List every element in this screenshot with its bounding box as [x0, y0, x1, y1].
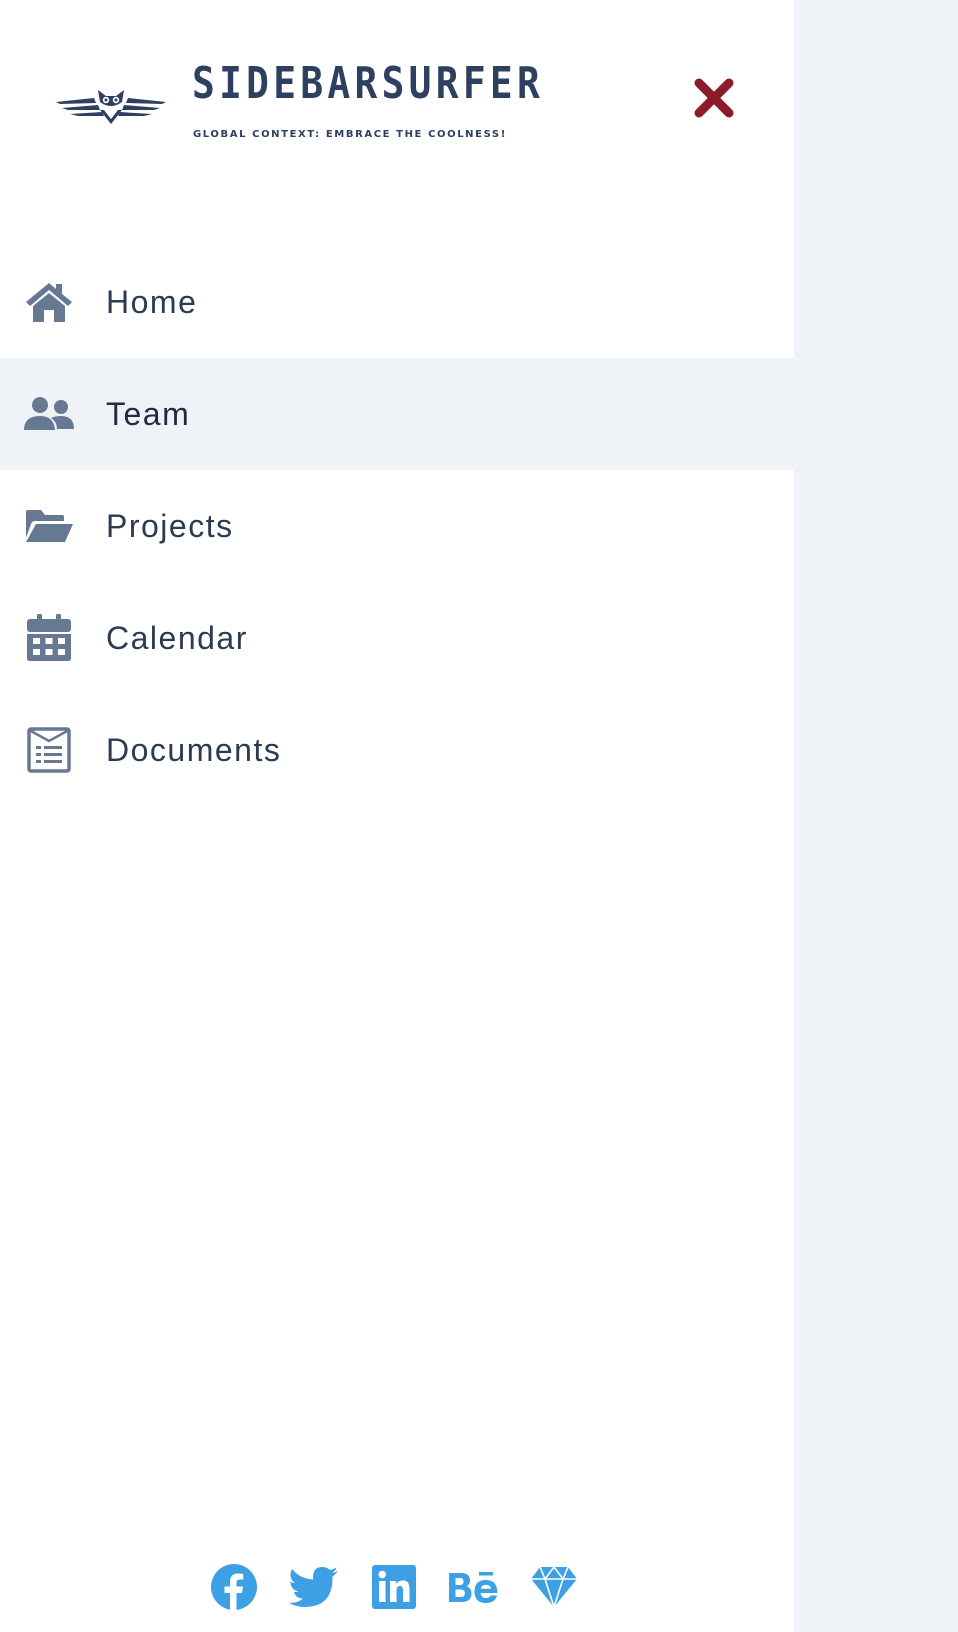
- sketch-icon[interactable]: [529, 1562, 579, 1612]
- sidebar-item-label: Home: [106, 283, 198, 320]
- facebook-icon[interactable]: [209, 1562, 259, 1612]
- owl-wings-logo: [56, 90, 166, 124]
- sidebar: SIDEBARSURFER GLOBAL CONTEXT: EMBRACE TH…: [0, 0, 794, 1632]
- twitter-icon[interactable]: [289, 1562, 339, 1612]
- sidebar-item-label: Documents: [106, 731, 282, 768]
- sidebar-header: SIDEBARSURFER GLOBAL CONTEXT: EMBRACE TH…: [0, 0, 794, 200]
- sidebar-item-label: Team: [106, 395, 191, 432]
- close-icon: [694, 78, 734, 118]
- users-icon: [24, 389, 74, 439]
- sidebar-item-projects[interactable]: Projects: [0, 470, 794, 582]
- document-icon: [24, 725, 74, 775]
- brand-name: SIDEBARSURFER: [192, 58, 545, 109]
- close-button[interactable]: [690, 74, 738, 122]
- sidebar-item-home[interactable]: Home: [0, 246, 794, 358]
- sidebar-item-team[interactable]: Team: [0, 358, 794, 470]
- sidebar-item-calendar[interactable]: Calendar: [0, 582, 794, 694]
- sidebar-item-documents[interactable]: Documents: [0, 694, 794, 806]
- home-icon: [24, 277, 74, 327]
- sidebar-item-label: Projects: [106, 507, 234, 544]
- social-links: [0, 1562, 794, 1612]
- sidebar-item-label: Calendar: [106, 619, 248, 656]
- calendar-icon: [24, 613, 74, 663]
- behance-icon[interactable]: [449, 1562, 499, 1612]
- folder-open-icon: [24, 501, 74, 551]
- brand-tagline: GLOBAL CONTEXT: EMBRACE THE COOLNESS!: [193, 129, 507, 140]
- linkedin-icon[interactable]: [369, 1562, 419, 1612]
- sidebar-nav: Home Team Projects Calendar Documents: [0, 246, 794, 806]
